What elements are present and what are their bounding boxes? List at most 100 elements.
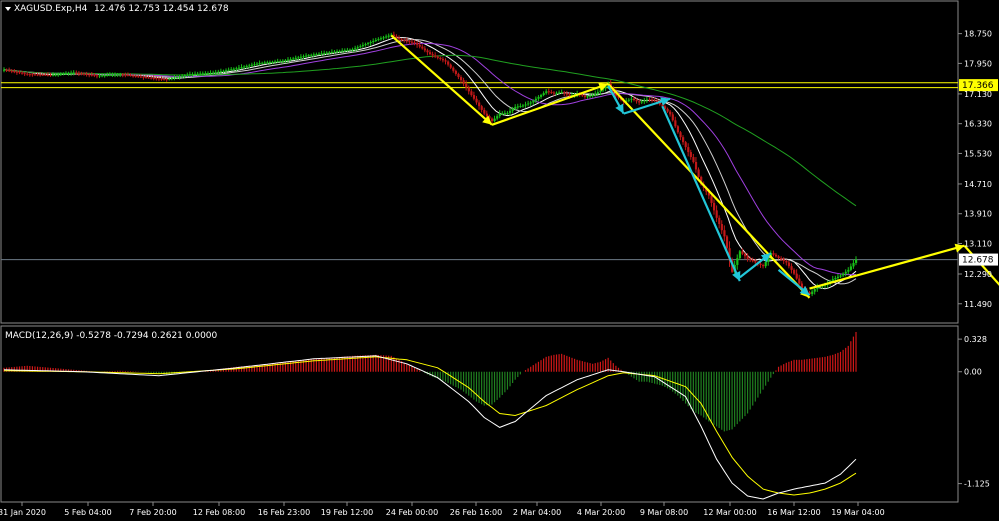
candle-body	[361, 45, 365, 47]
chart-canvas: XAGUSD.Exp,H4 12.476 12.753 12.454 12.67…	[0, 0, 999, 521]
candle-body	[18, 72, 21, 74]
candle-body	[501, 113, 504, 115]
y-tick-label: 11.490	[964, 300, 992, 309]
candle-body	[836, 276, 840, 278]
candle-body	[134, 75, 137, 77]
candle-body	[325, 52, 328, 54]
candle-body	[181, 75, 184, 77]
macd-y-tick-label: 0.00	[964, 368, 982, 377]
macd-y-tick-label: -1.125	[964, 480, 990, 489]
candle-body	[379, 38, 383, 40]
candle-body	[248, 65, 251, 67]
candle-body	[196, 73, 199, 75]
y-tick-label: 13.910	[964, 210, 992, 219]
candle-body	[643, 100, 646, 102]
candle-body	[26, 73, 29, 75]
candle-body	[28, 74, 32, 76]
candle-body	[168, 78, 171, 80]
candle-body	[410, 41, 414, 43]
candle-body	[222, 70, 225, 72]
candle-body	[418, 44, 421, 47]
candle-body	[206, 73, 210, 75]
candle-body	[465, 83, 468, 88]
x-tick-label: 19 Mar 04:00	[831, 508, 884, 517]
candle-body	[519, 105, 522, 107]
candle-body	[467, 87, 470, 92]
candle-body	[41, 74, 44, 76]
candle-body	[687, 147, 690, 153]
candle-body	[294, 57, 297, 59]
candle-body	[95, 75, 99, 77]
x-tick-label: 24 Feb 00:00	[386, 508, 438, 517]
candle-body	[108, 74, 112, 76]
candle-body	[348, 49, 352, 51]
candle-body	[64, 73, 68, 75]
candle-body	[170, 78, 174, 80]
candle-body	[811, 291, 814, 295]
candle-body	[204, 73, 207, 75]
candle-body	[710, 195, 713, 203]
candle-body	[320, 53, 323, 55]
candle-body	[666, 108, 669, 112]
candle-body	[483, 109, 486, 114]
x-tick-label: 2 Mar 04:00	[513, 508, 561, 517]
candle-body	[751, 259, 754, 262]
candle-body	[679, 132, 682, 138]
candle-body	[777, 256, 780, 258]
candle-body	[364, 44, 367, 46]
candle-body	[591, 95, 594, 97]
candle-body	[560, 92, 563, 94]
candle-body	[214, 72, 217, 74]
candle-body	[237, 67, 241, 69]
chart-background	[0, 0, 999, 521]
candle-body	[795, 273, 798, 279]
candle-body	[581, 94, 584, 96]
candle-body	[299, 56, 303, 58]
candle-body	[346, 49, 349, 51]
candle-body	[793, 269, 796, 274]
candle-body	[31, 74, 34, 76]
candle-body	[33, 74, 37, 76]
candle-body	[186, 74, 189, 76]
candle-body	[199, 73, 202, 75]
candle-body	[540, 95, 543, 97]
y-tick-label: 15.530	[964, 149, 992, 158]
candle-body	[844, 271, 847, 274]
candle-body	[632, 98, 636, 100]
candle-body	[287, 59, 290, 61]
candle-body	[480, 106, 483, 110]
candle-body	[225, 70, 228, 72]
y-tick-label: 17.950	[964, 59, 992, 68]
candle-body	[506, 112, 509, 114]
candle-body	[103, 75, 106, 77]
candle-body	[258, 63, 261, 65]
candle-body	[359, 46, 362, 48]
price-tag-label: 12.678	[962, 256, 994, 266]
candle-body	[596, 92, 600, 94]
candle-body	[493, 118, 496, 122]
candle-body	[194, 73, 197, 75]
candle-body	[405, 40, 408, 42]
candle-body	[847, 269, 850, 272]
y-tick-label: 16.330	[964, 120, 992, 129]
x-tick-label: 19 Feb 12:00	[321, 508, 373, 517]
candle-body	[490, 118, 494, 122]
candle-body	[72, 72, 75, 74]
macd-title: MACD(12,26,9) -0.5278 -0.7294 0.2621 0.0…	[5, 331, 218, 341]
x-tick-label: 12 Feb 08:00	[193, 508, 245, 517]
x-tick-label: 4 Mar 20:00	[577, 508, 625, 517]
candle-body	[132, 75, 135, 77]
candle-body	[651, 99, 654, 101]
candle-body	[23, 73, 26, 75]
candle-body	[382, 37, 385, 39]
candle-body	[263, 62, 266, 64]
candle-body	[472, 95, 476, 99]
candle-body	[315, 54, 318, 56]
candle-body	[462, 80, 465, 84]
candle-body	[413, 42, 416, 44]
candle-body	[39, 74, 42, 76]
candle-body	[310, 54, 313, 56]
candle-body	[139, 76, 143, 78]
candle-body	[80, 73, 83, 75]
candle-body	[671, 114, 674, 121]
